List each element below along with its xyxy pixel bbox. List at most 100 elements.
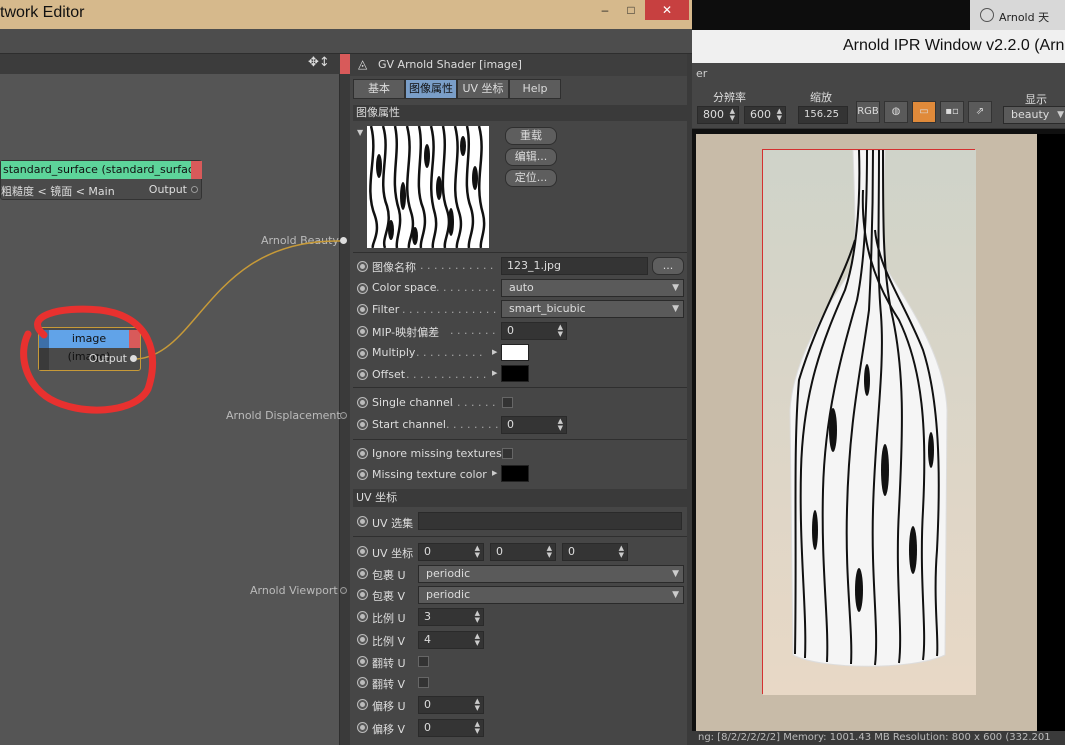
minimize-button[interactable]: –	[594, 0, 616, 20]
tab-basic[interactable]: 基本	[353, 79, 405, 99]
compare-button[interactable]: ▪▫	[940, 101, 964, 123]
rendered-vase	[763, 149, 976, 695]
output-port[interactable]	[130, 355, 137, 362]
single-channel-animate-toggle[interactable]	[357, 397, 368, 408]
expand-triangle-icon[interactable]: ▶	[492, 469, 497, 477]
stepper-arrows-icon[interactable]: ▲ ▼	[475, 545, 480, 559]
image-name-field[interactable]: 123_1.jpg	[501, 257, 648, 275]
browse-button[interactable]: ...	[652, 257, 684, 275]
uv-set-animate-toggle[interactable]	[357, 516, 368, 527]
resolution-width-stepper[interactable]: 800 ▲ ▼	[697, 106, 739, 124]
ignore-missing-animate-toggle[interactable]	[357, 448, 368, 459]
wrap-u-dropdown[interactable]: periodic ▼	[418, 565, 684, 583]
scale-v-stepper[interactable]: 4 ▲ ▼	[418, 631, 484, 649]
render-region[interactable]	[762, 149, 976, 695]
flip-v-animate-toggle[interactable]	[357, 677, 368, 688]
menu-item[interactable]: er	[696, 67, 707, 80]
wrap-v-animate-toggle[interactable]	[357, 589, 368, 600]
output-port[interactable]	[191, 186, 198, 193]
missing-color-swatch[interactable]	[501, 465, 529, 482]
expand-triangle-icon[interactable]: ▶	[492, 369, 497, 377]
ipr-title: Arnold IPR Window v2.2.0 (Arn	[843, 37, 1065, 54]
mip-bias-stepper[interactable]: 0 ▲ ▼	[501, 322, 567, 340]
scale-u-stepper[interactable]: 3 ▲ ▼	[418, 608, 484, 626]
offset-v-stepper[interactable]: 0 ▲ ▼	[418, 719, 484, 737]
flip-u-animate-toggle[interactable]	[357, 656, 368, 667]
stepper-arrows-icon[interactable]: ▲ ▼	[475, 721, 480, 735]
collapse-triangle-icon[interactable]: ▼	[357, 128, 363, 137]
maximize-button[interactable]: □	[620, 0, 642, 20]
tree-item-label[interactable]: Arnold 天	[999, 9, 1049, 25]
uv-set-field[interactable]	[418, 512, 682, 530]
multiply-color-swatch[interactable]	[501, 344, 529, 361]
resolution-height-stepper[interactable]: 600 ▲ ▼	[744, 106, 786, 124]
stepper-arrows-icon[interactable]: ▲ ▼	[730, 108, 735, 122]
uv-coords-animate-toggle[interactable]	[357, 546, 368, 557]
wrap-u-animate-toggle[interactable]	[357, 568, 368, 579]
tab-image-properties[interactable]: 图像属性	[405, 79, 457, 99]
uv-coord-w-stepper[interactable]: 0 ▲ ▼	[562, 543, 628, 561]
beauty-input-port[interactable]	[340, 237, 347, 244]
filter-animate-toggle[interactable]	[357, 304, 368, 315]
aov-dropdown[interactable]: beauty ▼	[1003, 106, 1065, 124]
mip-bias-animate-toggle[interactable]	[357, 326, 368, 337]
stepper-arrows-icon[interactable]: ▲ ▼	[475, 698, 480, 712]
uv-coord-u-stepper[interactable]: 0 ▲ ▼	[418, 543, 484, 561]
node-close-tab[interactable]	[191, 161, 202, 179]
color-space-label: Color space	[372, 281, 437, 294]
ignore-missing-checkbox[interactable]	[502, 448, 513, 459]
viewport-input-port[interactable]	[340, 587, 347, 594]
stepper-arrows-icon[interactable]: ▲ ▼	[475, 610, 480, 624]
globe-button[interactable]: ◍	[884, 101, 908, 123]
ipr-titlebar[interactable]: Arnold IPR Window v2.2.0 (Arn	[692, 30, 1065, 63]
canvas-corner-tab[interactable]	[340, 54, 350, 74]
stepper-arrows-icon[interactable]: ▲ ▼	[777, 108, 782, 122]
image-node[interactable]: image (image) Output	[38, 327, 141, 371]
stepper-arrows-icon[interactable]: ▲ ▼	[558, 418, 563, 432]
stepper-arrows-icon[interactable]: ▲ ▼	[619, 545, 624, 559]
flip-v-checkbox[interactable]	[418, 677, 429, 688]
start-channel-animate-toggle[interactable]	[357, 419, 368, 430]
offset-animate-toggle[interactable]	[357, 369, 368, 380]
navigate-icon[interactable]: ✥↕	[308, 55, 338, 73]
filter-dropdown[interactable]: smart_bicubic ▼	[501, 300, 684, 318]
standard-surface-node[interactable]: standard_surface (standard_surface) 粗糙度 …	[0, 160, 202, 200]
scale-v-animate-toggle[interactable]	[357, 634, 368, 645]
expand-triangle-icon[interactable]: ▶	[492, 348, 497, 356]
offset-v-animate-toggle[interactable]	[357, 722, 368, 733]
offset-u-animate-toggle[interactable]	[357, 699, 368, 710]
offset-color-swatch[interactable]	[501, 365, 529, 382]
locate-button[interactable]: 定位...	[505, 169, 557, 187]
region-render-button[interactable]: ▭	[912, 101, 936, 123]
multiply-animate-toggle[interactable]	[357, 348, 368, 359]
node-editor-titlebar[interactable]: twork Editor – □ ✕	[0, 0, 692, 29]
color-space-animate-toggle[interactable]	[357, 283, 368, 294]
stepper-arrows-icon[interactable]: ▲ ▼	[475, 633, 480, 647]
export-button[interactable]: ⇗	[968, 101, 992, 123]
uv-coord-v-stepper[interactable]: 0 ▲ ▼	[490, 543, 556, 561]
displacement-input-port[interactable]	[340, 412, 347, 419]
start-channel-stepper[interactable]: 0 ▲ ▼	[501, 416, 567, 434]
scale-u-animate-toggle[interactable]	[357, 611, 368, 622]
rgb-button[interactable]: RGB	[856, 101, 880, 123]
tab-uv-coords[interactable]: UV 坐标	[457, 79, 509, 99]
reload-button[interactable]: 重载	[505, 127, 557, 145]
missing-color-animate-toggle[interactable]	[357, 469, 368, 480]
tab-help[interactable]: Help	[509, 79, 561, 99]
mip-bias-value: 0	[507, 324, 514, 337]
image-name-animate-toggle[interactable]	[357, 261, 368, 272]
flip-u-checkbox[interactable]	[418, 656, 429, 667]
zoom-stepper[interactable]: 156.25	[798, 106, 848, 124]
node-canvas[interactable]: ✥↕ standard_surface (standard_surface) 粗…	[0, 54, 347, 745]
single-channel-checkbox[interactable]	[502, 397, 513, 408]
edit-button[interactable]: 编辑...	[505, 148, 557, 166]
uv-coords-label: UV 坐标	[372, 547, 414, 560]
node-close-tab[interactable]	[129, 330, 140, 348]
globe-icon	[980, 8, 994, 22]
color-space-dropdown[interactable]: auto ▼	[501, 279, 684, 297]
offset-u-stepper[interactable]: 0 ▲ ▼	[418, 696, 484, 714]
stepper-arrows-icon[interactable]: ▲ ▼	[547, 545, 552, 559]
stepper-arrows-icon[interactable]: ▲ ▼	[558, 324, 563, 338]
close-button[interactable]: ✕	[645, 0, 689, 20]
wrap-v-dropdown[interactable]: periodic ▼	[418, 586, 684, 604]
